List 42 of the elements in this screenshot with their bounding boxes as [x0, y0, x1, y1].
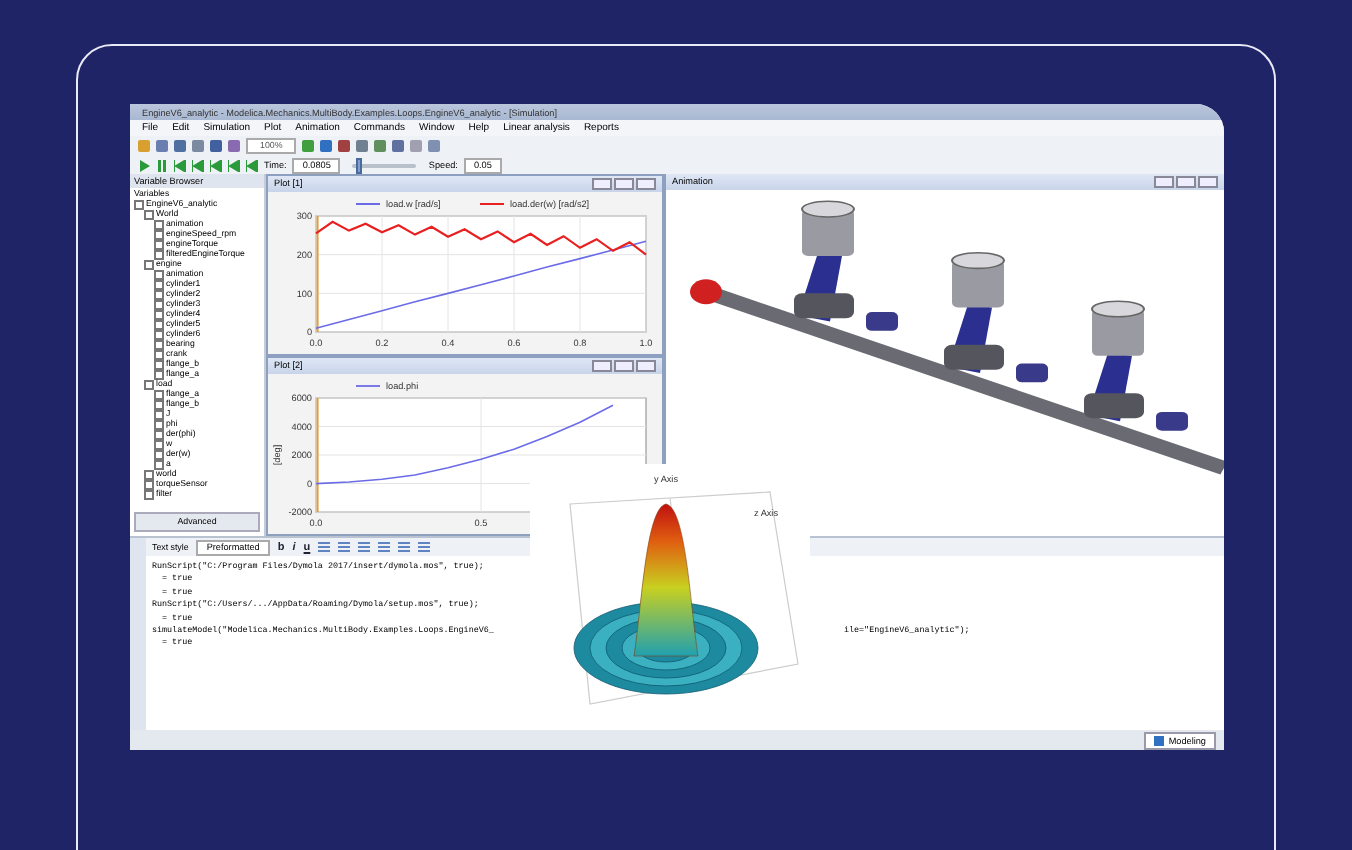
align-icon[interactable]	[318, 542, 331, 552]
checkbox[interactable]	[154, 329, 164, 340]
checkbox[interactable]	[154, 219, 164, 230]
slider-thumb[interactable]	[355, 157, 362, 173]
expand-toggle-icon[interactable]	[144, 379, 154, 390]
align-icon[interactable]	[398, 542, 411, 552]
step-icon[interactable]	[174, 159, 186, 171]
checkbox[interactable]	[144, 489, 154, 500]
checkbox[interactable]	[154, 409, 164, 420]
checkbox[interactable]	[154, 359, 164, 370]
checkbox[interactable]	[154, 239, 164, 250]
checkbox[interactable]	[154, 439, 164, 450]
checkbox[interactable]	[154, 399, 164, 410]
checkbox[interactable]	[154, 279, 164, 290]
checkbox[interactable]	[154, 339, 164, 350]
checkbox[interactable]	[154, 459, 164, 470]
checkbox[interactable]	[154, 429, 164, 440]
pause-icon[interactable]	[156, 159, 168, 171]
checkbox[interactable]	[154, 309, 164, 320]
checkbox[interactable]	[154, 369, 164, 380]
step-icon[interactable]	[192, 159, 204, 171]
checkbox[interactable]	[144, 469, 154, 480]
checkbox[interactable]	[154, 389, 164, 400]
checkbox[interactable]	[154, 299, 164, 310]
align-icon[interactable]	[358, 542, 371, 552]
checkbox[interactable]	[144, 479, 154, 490]
checkbox[interactable]	[154, 249, 164, 260]
step-icon[interactable]	[210, 159, 222, 171]
checkbox[interactable]	[154, 449, 164, 460]
expand-toggle-icon[interactable]	[144, 259, 154, 270]
checkbox[interactable]	[154, 349, 164, 360]
checkbox[interactable]	[154, 229, 164, 240]
modeling-icon	[1154, 735, 1165, 745]
align-icon[interactable]	[418, 542, 431, 552]
checkbox[interactable]	[154, 319, 164, 330]
align-icon[interactable]	[338, 542, 351, 552]
align-icon[interactable]	[378, 542, 391, 552]
checkbox[interactable]	[154, 419, 164, 430]
checkbox[interactable]	[154, 289, 164, 300]
step-icon[interactable]	[228, 159, 240, 171]
checkbox[interactable]	[154, 269, 164, 280]
step-icon[interactable]	[246, 159, 258, 171]
